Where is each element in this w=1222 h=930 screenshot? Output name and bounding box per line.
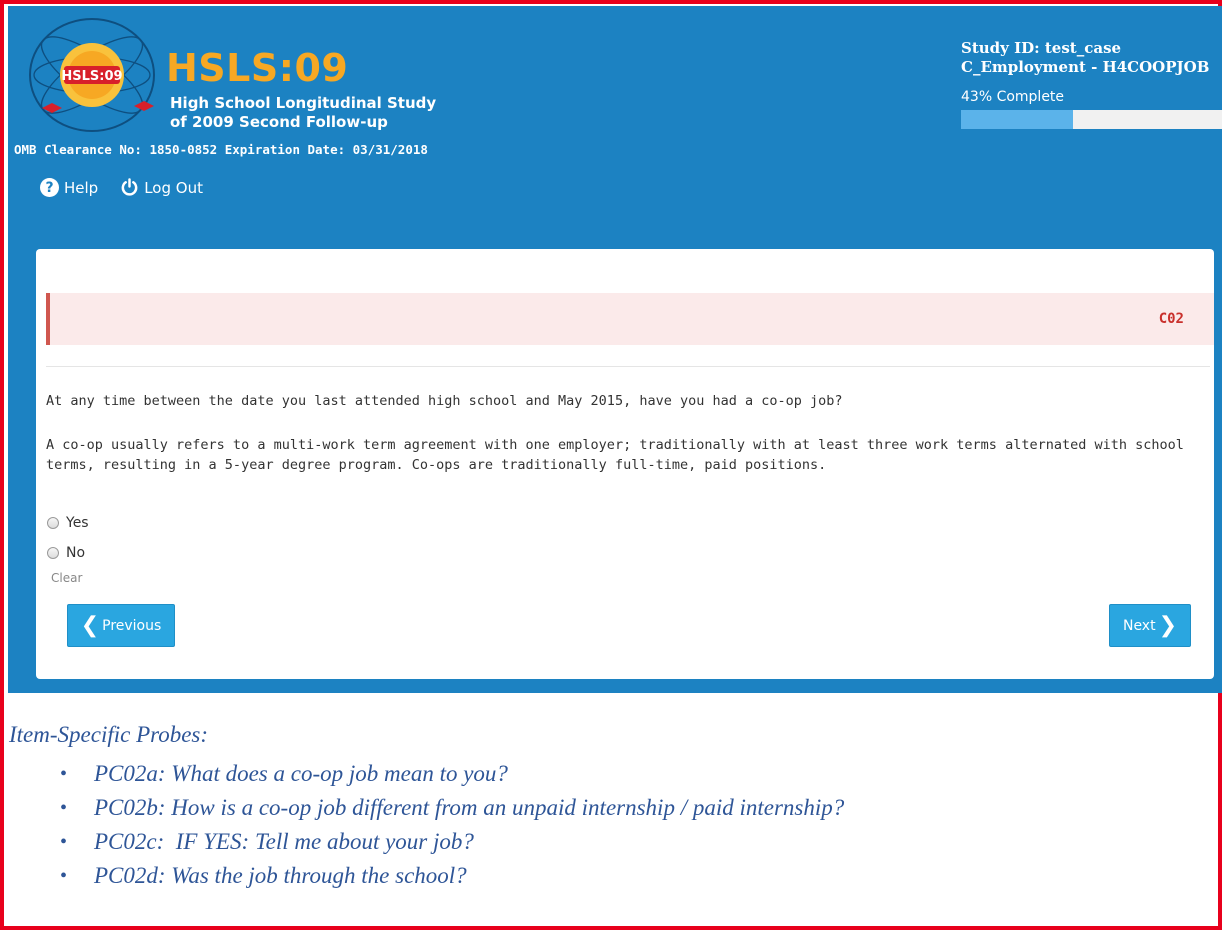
logout-link[interactable]: Log Out — [120, 178, 203, 197]
radio-yes[interactable] — [47, 517, 59, 529]
clear-link[interactable]: Clear — [51, 571, 82, 585]
chevron-left-icon: ❮ — [80, 612, 100, 638]
probe-item: • PC02d: Was the job through the school? — [60, 859, 844, 893]
option-no-label: No — [66, 545, 86, 561]
probe-text: PC02b: How is a co-op job different from… — [94, 795, 845, 820]
help-link[interactable]: ? Help — [40, 178, 98, 197]
probe-item: • PC02b: How is a co-op job different fr… — [60, 791, 844, 825]
previous-label: Previous — [102, 617, 162, 634]
survey-panel: HSLS:09 HSLS:09 High School Longitudinal… — [8, 6, 1222, 693]
divider — [46, 366, 1210, 367]
help-icon: ? — [40, 178, 59, 197]
question-card: C02 At any time between the date you las… — [36, 249, 1214, 679]
bullet-icon: • — [60, 796, 68, 819]
brand-subtitle: High School Longitudinal Study of 2009 S… — [170, 94, 436, 132]
previous-button[interactable]: ❮ Previous — [67, 604, 175, 647]
section-id: C_Employment - H4COOPJOB — [961, 58, 1210, 76]
brand-title: HSLS:09 — [166, 46, 349, 90]
chevron-right-icon: ❯ — [1158, 612, 1178, 638]
logout-label: Log Out — [144, 178, 203, 197]
probe-text: PC02d: Was the job through the school? — [94, 863, 467, 888]
probe-text: PC02c: IF YES: Tell me about your job? — [94, 829, 474, 854]
probes-title: Item-Specific Probes: — [9, 722, 209, 747]
study-id: Study ID: test_case — [961, 39, 1122, 57]
bullet-icon: • — [60, 762, 68, 785]
status-panel: Study ID: test_case C_Employment - H4COO… — [961, 39, 1222, 129]
radio-no[interactable] — [47, 547, 59, 559]
option-yes-label: Yes — [66, 515, 89, 531]
brand-subtitle-line2: of 2009 Second Follow-up — [170, 113, 388, 131]
seal-text: HSLS:09 — [61, 69, 122, 84]
question-text: At any time between the date you last at… — [46, 393, 843, 409]
omb-clearance: OMB Clearance No: 1850-0852 Expiration D… — [14, 142, 428, 157]
bullet-icon: • — [60, 864, 68, 887]
brand-subtitle-line1: High School Longitudinal Study — [170, 94, 437, 112]
hsls-seal-logo: HSLS:09 — [29, 18, 155, 132]
progress-label: 43% Complete — [961, 89, 1065, 105]
next-button[interactable]: Next ❯ — [1109, 604, 1191, 647]
next-label: Next — [1122, 617, 1156, 634]
item-code: C02 — [1158, 311, 1184, 327]
progress-fill — [961, 110, 1074, 129]
item-header-bar: C02 — [46, 293, 1214, 345]
probe-item: • PC02c: IF YES: Tell me about your job? — [60, 825, 844, 859]
probe-item: • PC02a: What does a co-op job mean to y… — [60, 757, 844, 791]
bullet-icon: • — [60, 830, 68, 853]
probe-list: • PC02a: What does a co-op job mean to y… — [60, 757, 844, 893]
progress-bar — [961, 110, 1222, 129]
help-label: Help — [64, 178, 99, 197]
power-icon — [121, 178, 138, 196]
option-yes[interactable]: Yes — [47, 515, 89, 531]
probe-text: PC02a: What does a co-op job mean to you… — [94, 761, 508, 786]
question-explanation: A co-op usually refers to a multi-work t… — [46, 437, 1184, 473]
top-links: ? Help Log Out — [40, 178, 203, 197]
option-no[interactable]: No — [47, 545, 85, 561]
